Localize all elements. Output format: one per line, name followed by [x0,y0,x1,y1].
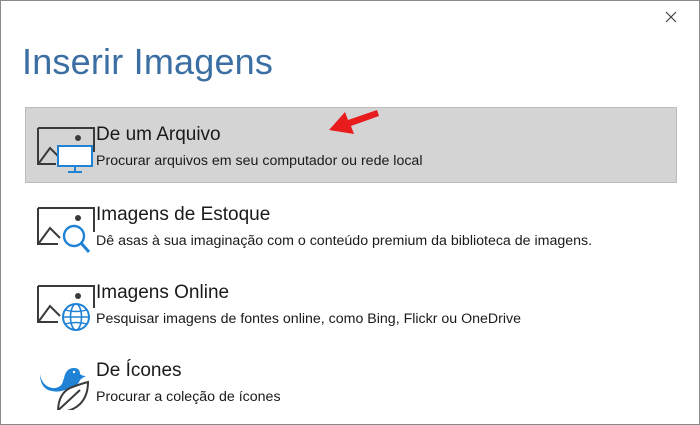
insert-pictures-dialog: Inserir Imagens De um Arquivo Procurar a… [0,0,700,425]
option-description: Pesquisar imagens de fontes online, como… [96,311,522,327]
option-online-pictures[interactable]: Imagens Online Pesquisar imagens de font… [25,265,677,341]
bird-leaf-icon [40,368,90,410]
option-description: Procurar arquivos em seu computador ou r… [96,153,423,169]
picture-monitor-icon [37,127,95,173]
option-title: De Ícones [96,360,182,381]
option-title: Imagens Online [96,282,230,303]
option-title: Imagens de Estoque [96,204,271,225]
picture-globe-icon [37,285,95,331]
dialog-title: Inserir Imagens [22,41,274,82]
close-icon[interactable] [661,7,681,27]
picture-search-icon [37,207,95,253]
option-title: De um Arquivo [96,124,221,145]
red-arrow-icon [329,110,379,134]
option-stock-images[interactable]: Imagens de Estoque Dê asas à sua imagina… [25,187,677,263]
option-description: Procurar a coleção de ícones [96,389,281,405]
option-icons[interactable]: De Ícones Procurar a coleção de ícones [25,343,677,419]
option-description: Dê asas à sua imaginação com o conteúdo … [96,233,593,249]
